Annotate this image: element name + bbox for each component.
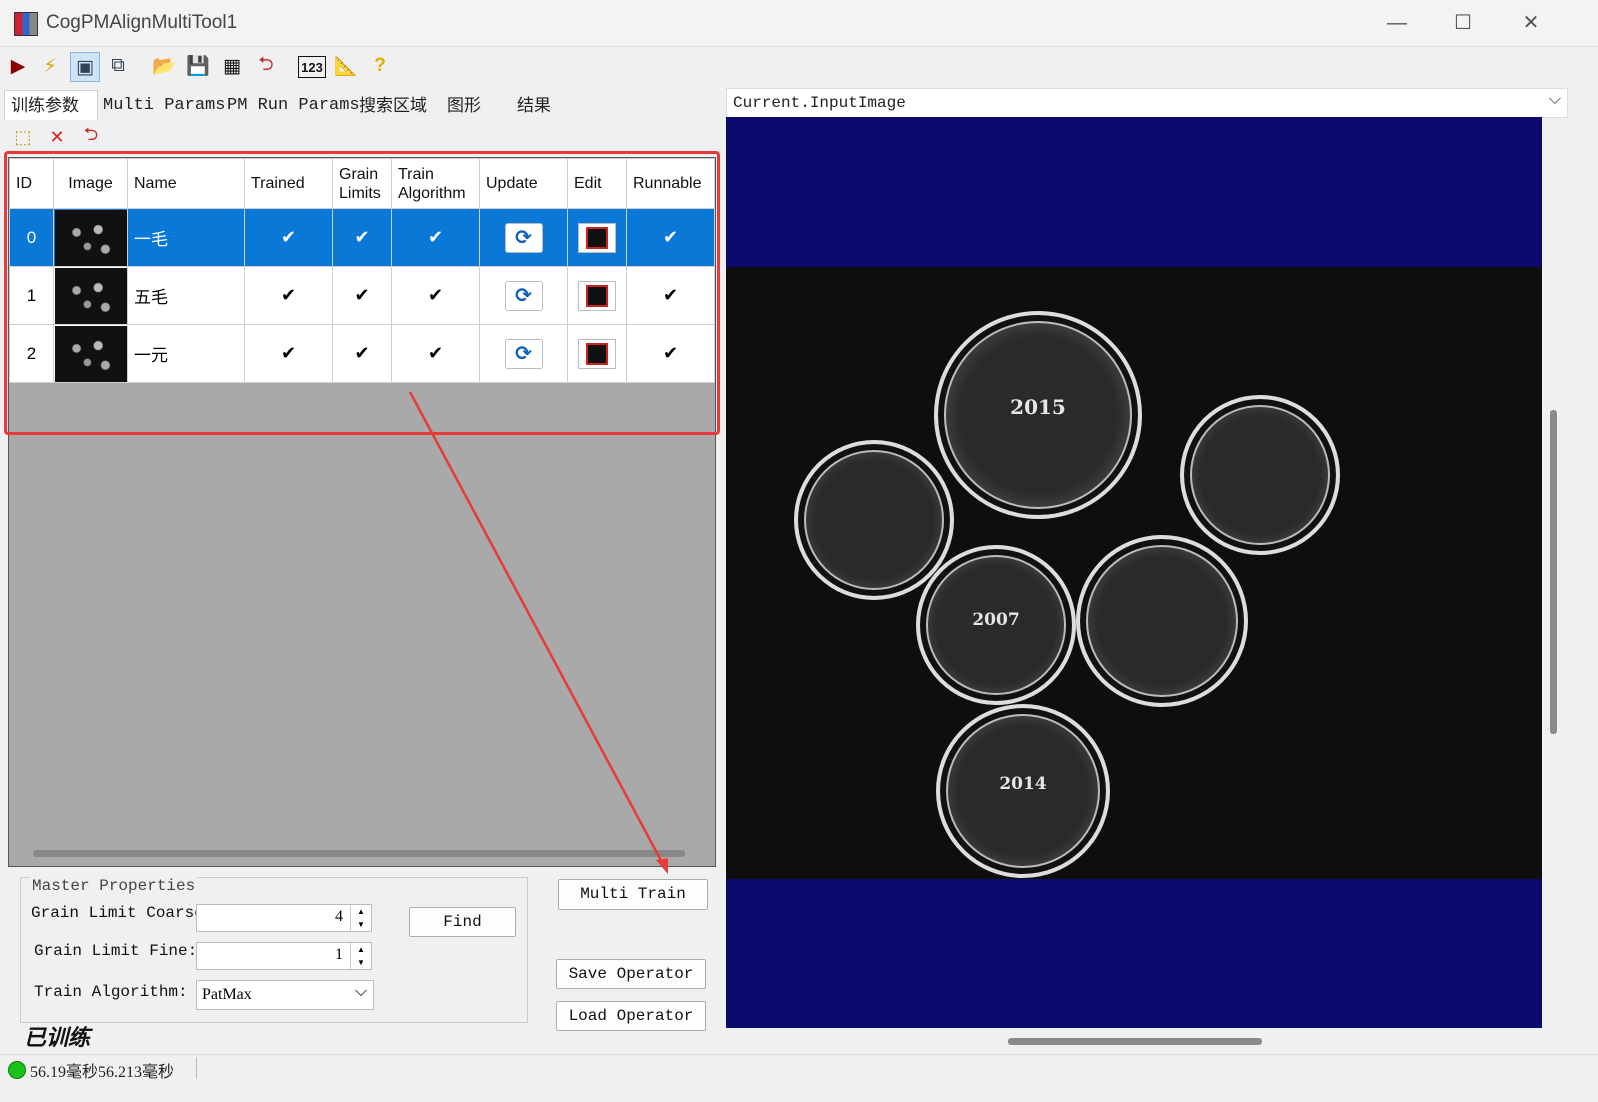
multi-train-button[interactable]: Multi Train bbox=[558, 879, 708, 910]
grain-fine-label: Grain Limit Fine: bbox=[34, 942, 198, 960]
tab-results[interactable]: 结果 bbox=[510, 90, 558, 121]
train-algorithm-select[interactable]: PatMax ⌵ bbox=[196, 980, 374, 1010]
image-display[interactable]: 2015 2007 2014 bbox=[726, 117, 1542, 1028]
train-algorithm-label: Train Algorithm: bbox=[34, 983, 188, 1001]
coins-photo: 2015 2007 2014 bbox=[726, 267, 1542, 879]
coin-five-jiao-2: 2014 bbox=[936, 704, 1110, 878]
window-title: CogPMAlignMultiTool1 bbox=[46, 12, 238, 33]
image-source-value: Current.InputImage bbox=[733, 94, 906, 112]
coin-one-jiao-3: 2007 bbox=[916, 545, 1076, 705]
close-icon[interactable]: ✕ bbox=[1498, 0, 1564, 46]
train-algorithm-value: PatMax bbox=[202, 986, 252, 1003]
coin-five-jiao bbox=[1076, 535, 1248, 707]
toolbar: ▶ ⚡ ▣ ⧉ 📂 💾 ▦ ⮌ 123 📐 ? bbox=[0, 46, 1598, 86]
save-operator-button[interactable]: Save Operator bbox=[556, 959, 706, 989]
find-button[interactable]: Find bbox=[409, 907, 516, 937]
title-bar: CogPMAlignMultiTool1 — ☐ ✕ bbox=[0, 0, 1598, 47]
grid-horizontal-scrollbar[interactable] bbox=[33, 850, 685, 857]
help-icon[interactable]: ? bbox=[366, 52, 394, 80]
status-time-text: 56.19毫秒56.213毫秒 bbox=[30, 1064, 175, 1081]
grain-fine-stepper[interactable]: 1 ▲ ▼ bbox=[196, 942, 372, 970]
new-icon[interactable]: ⬚ bbox=[10, 124, 36, 150]
numeric-icon[interactable]: 123 bbox=[298, 56, 326, 78]
import-icon[interactable]: ⮌ bbox=[78, 124, 104, 150]
tab-train-params[interactable]: 训练参数 bbox=[4, 90, 98, 120]
minimize-icon[interactable]: — bbox=[1364, 0, 1430, 46]
save-icon[interactable]: 💾 bbox=[184, 52, 212, 80]
coin-one-jiao bbox=[794, 440, 954, 600]
reset-icon[interactable]: ⮌ bbox=[252, 52, 280, 80]
status-ok-icon bbox=[8, 1061, 26, 1079]
run-icon[interactable]: ▶ bbox=[4, 52, 32, 80]
ruler-icon[interactable]: 📐 bbox=[332, 52, 360, 80]
open-icon[interactable]: 📂 bbox=[150, 52, 178, 80]
trained-status-text: 已训练 bbox=[24, 1025, 91, 1050]
display-vertical-scrollbar[interactable] bbox=[1550, 410, 1557, 734]
tab-graphics[interactable]: 图形 bbox=[440, 90, 488, 121]
status-divider bbox=[196, 1057, 197, 1079]
coin-one-jiao-2 bbox=[1180, 395, 1340, 555]
show-display-icon[interactable]: ▣ bbox=[70, 52, 100, 82]
chevron-down-icon: ⌵ bbox=[354, 983, 367, 1000]
grain-coarse-stepper[interactable]: 4 ▲ ▼ bbox=[196, 904, 372, 932]
master-properties-legend: Master Properties bbox=[30, 877, 198, 895]
chevron-down-icon: ⌵ bbox=[1548, 91, 1561, 108]
spin-arrows-icon[interactable]: ▲ ▼ bbox=[350, 943, 371, 969]
save-as-icon[interactable]: ▦ bbox=[218, 52, 246, 80]
floating-display-icon[interactable]: ⧉ bbox=[104, 52, 132, 80]
image-source-select[interactable]: Current.InputImage ⌵ bbox=[726, 88, 1568, 118]
delete-icon[interactable]: ✕ bbox=[44, 124, 70, 150]
highlight-box bbox=[4, 151, 720, 435]
app-icon bbox=[14, 12, 38, 36]
spin-arrows-icon[interactable]: ▲ ▼ bbox=[350, 905, 371, 931]
status-bar: 56.19毫秒56.213毫秒 bbox=[0, 1054, 1598, 1102]
maximize-icon[interactable]: ☐ bbox=[1430, 0, 1496, 46]
tab-multi-params[interactable]: Multi Params bbox=[96, 90, 232, 121]
tab-pm-run-params[interactable]: PM Run Params bbox=[220, 90, 367, 121]
grain-coarse-value: 4 bbox=[335, 908, 343, 925]
tab-search-region[interactable]: 搜索区域 bbox=[352, 90, 434, 121]
electric-run-icon[interactable]: ⚡ bbox=[36, 52, 64, 80]
coin-one-yuan: 2015 bbox=[934, 311, 1142, 519]
grain-coarse-label: Grain Limit Coarse: bbox=[31, 904, 214, 922]
load-operator-button[interactable]: Load Operator bbox=[556, 1001, 706, 1031]
grain-fine-value: 1 bbox=[335, 946, 343, 963]
display-horizontal-scrollbar[interactable] bbox=[1008, 1038, 1262, 1045]
